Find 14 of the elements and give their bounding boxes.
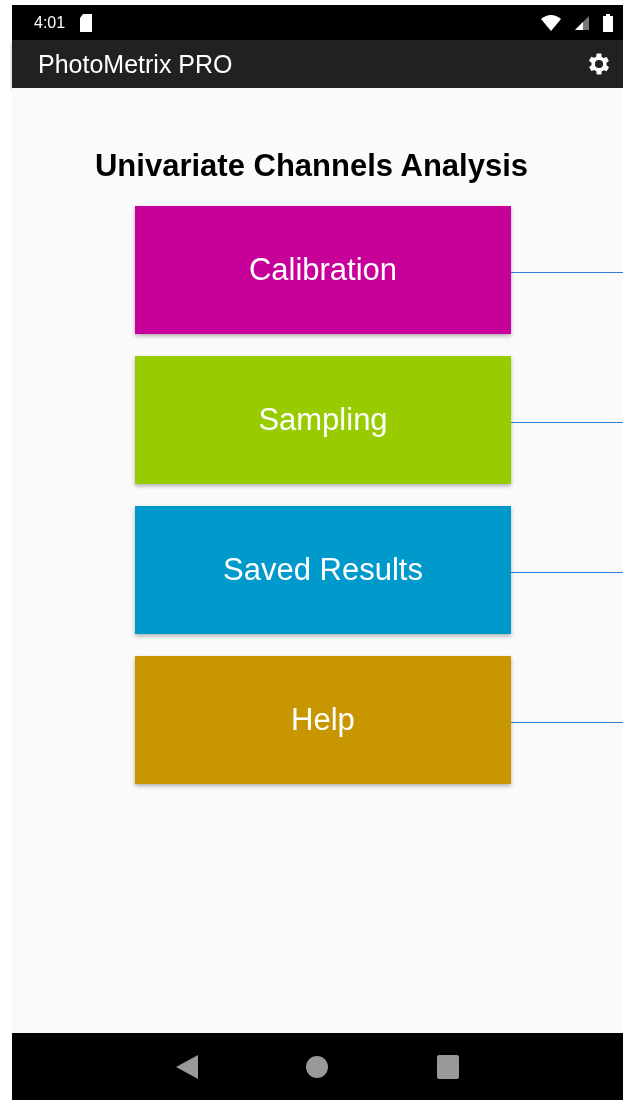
signal-icon: [575, 15, 589, 30]
sd-card-icon: [79, 13, 94, 32]
wifi-icon: [541, 14, 561, 31]
back-icon[interactable]: [176, 1054, 199, 1079]
menu-button[interactable]: Help: [135, 656, 511, 784]
home-icon[interactable]: [306, 1055, 329, 1078]
app-title: PhotoMetrix PRO: [38, 49, 233, 79]
battery-icon: [603, 13, 613, 32]
status-time: 4:01: [34, 13, 66, 32]
section-heading: Univariate Channels Analysis: [95, 148, 528, 184]
menu-button[interactable]: Calibration: [135, 206, 511, 334]
recents-icon[interactable]: [436, 1054, 459, 1079]
menu-button[interactable]: Sampling: [135, 356, 511, 484]
menu-button[interactable]: Saved Results: [135, 506, 511, 634]
